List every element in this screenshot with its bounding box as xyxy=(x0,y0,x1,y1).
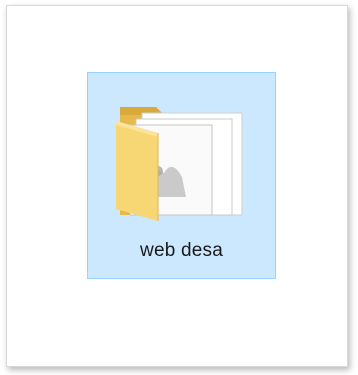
explorer-view: web desa xyxy=(6,5,348,367)
folder-name: web desa xyxy=(140,240,223,261)
folder-item-web-desa[interactable]: web desa xyxy=(87,72,276,279)
folder-icon xyxy=(116,107,243,221)
